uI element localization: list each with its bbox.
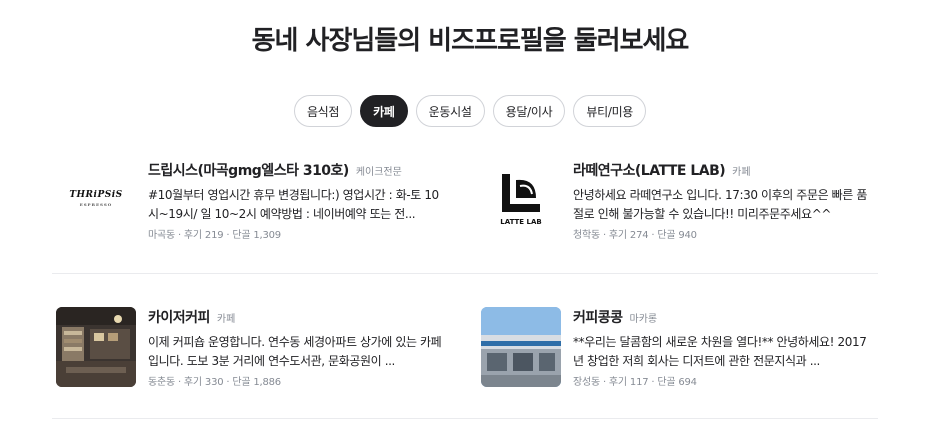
tab-restaurant[interactable]: 음식점 — [293, 95, 353, 127]
business-meta: 장성동 · 후기 117 · 단골 694 — [573, 377, 697, 388]
latte-lab-logo-icon: LATTE LAB — [500, 174, 542, 226]
tab-fitness[interactable]: 운동시설 — [415, 95, 485, 127]
row-divider — [52, 418, 878, 419]
logo-subtext: ESPRESSO — [79, 202, 113, 207]
row-divider — [52, 273, 878, 274]
business-name[interactable]: 카이저커피 — [148, 307, 210, 327]
business-description: **우리는 달콤함의 새로운 차원을 열다!** 안녕하세요! 2017년 창업… — [573, 335, 867, 368]
tab-beauty[interactable]: 뷰티/미용 — [573, 95, 647, 127]
business-card[interactable]: 카이저커피 카페 이제 커피숍 운영합니다. 연수동 세경아파트 상가에 있는 … — [56, 307, 456, 388]
business-card[interactable]: THRiPSiS ESPRESSO 드립시스(마곡gmg엘스타 310호) 케이… — [56, 160, 456, 241]
business-category: 카페 — [216, 314, 236, 325]
business-meta: 청학동 · 후기 274 · 단골 940 — [573, 230, 697, 241]
tab-cafe[interactable]: 카페 — [360, 95, 408, 127]
business-meta: 동춘동 · 후기 330 · 단골 1,886 — [148, 377, 281, 388]
business-category: 카페 — [732, 167, 751, 178]
logo-text: THRiPSiS — [69, 190, 123, 200]
business-meta: 마곡동 · 후기 219 · 단골 1,309 — [148, 230, 281, 241]
business-category: 케이크전문 — [355, 167, 402, 178]
business-photo — [481, 307, 561, 387]
business-description: 안녕하세요 라떼연구소 입니다. 17:30 이후의 주문은 빠른 품절로 인해… — [573, 188, 867, 221]
category-tabs: 음식점 카페 운동시설 용달/이사 뷰티/미용 — [0, 95, 940, 127]
business-category: 마카롱 — [629, 314, 658, 325]
tab-moving[interactable]: 용달/이사 — [492, 95, 566, 127]
business-name[interactable]: 라떼연구소(LATTE LAB) — [573, 160, 726, 180]
logo-text: LATTE LAB — [500, 218, 541, 226]
business-description: 이제 커피숍 운영합니다. 연수동 세경아파트 상가에 있는 카페입니다. 도보… — [148, 335, 442, 368]
business-logo: THRiPSiS ESPRESSO — [56, 160, 136, 240]
business-card[interactable]: 커피콩콩 마카롱 **우리는 달콤함의 새로운 차원을 열다!** 안녕하세요!… — [481, 307, 881, 388]
business-logo: LATTE LAB — [481, 160, 561, 240]
business-card[interactable]: LATTE LAB 라떼연구소(LATTE LAB) 카페 안녕하세요 라떼연구… — [481, 160, 881, 241]
page-title: 동네 사장님들의 비즈프로필을 둘러보세요 — [251, 26, 690, 56]
business-photo — [56, 307, 136, 387]
business-description: #10월부터 영업시간 휴무 변경됩니다:) 영업시간 : 화-토 10시~19… — [148, 188, 439, 221]
business-name[interactable]: 커피콩콩 — [573, 307, 623, 327]
storefront-photo — [481, 307, 561, 387]
business-name[interactable]: 드립시스(마곡gmg엘스타 310호) — [148, 160, 349, 180]
cafe-interior-photo — [56, 307, 136, 387]
